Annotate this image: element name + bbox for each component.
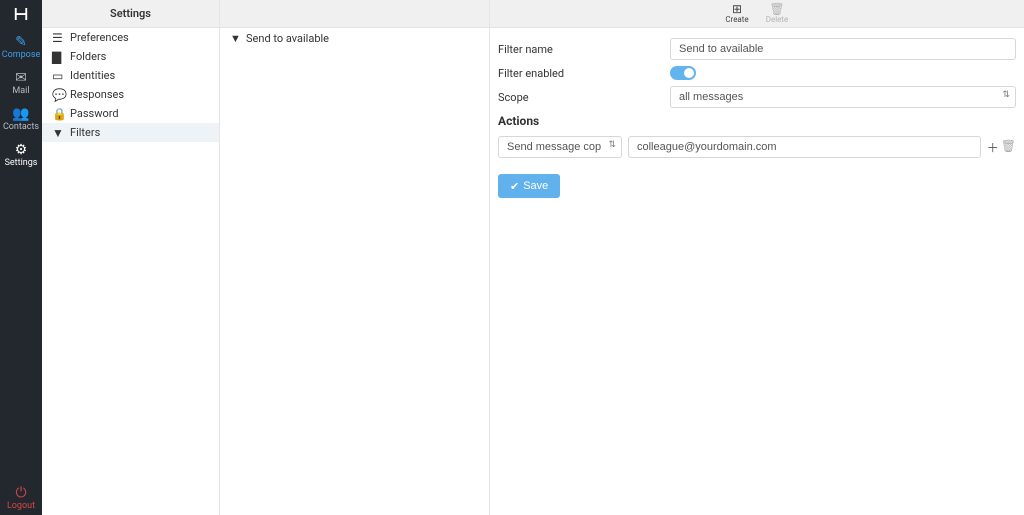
actions-heading: Actions	[498, 114, 1016, 128]
nav-settings-label: Settings	[5, 158, 38, 168]
save-label: Save	[523, 180, 548, 192]
filter-enabled-toggle[interactable]	[670, 66, 696, 80]
toolbar: ⊞ Create 🗑 Delete	[490, 0, 1024, 28]
settings-column: Settings ☰ Preferences ▇ Folders ▭ Ident…	[42, 0, 220, 515]
settings-item-label: Folders	[70, 50, 106, 63]
folder-icon: ▇	[52, 50, 70, 64]
nav-mail[interactable]: ✉ Mail	[0, 64, 42, 100]
settings-item-label: Password	[70, 107, 119, 120]
filter-form: Filter name Filter enabled Scope all mes…	[490, 28, 1024, 208]
filters-column: ▼ Send to available	[220, 0, 490, 515]
settings-item-label: Responses	[70, 88, 124, 101]
settings-header: Settings	[42, 0, 219, 28]
settings-list: ☰ Preferences ▇ Folders ▭ Identities 💬 R…	[42, 28, 219, 142]
sliders-icon: ☰	[52, 31, 70, 45]
nav-logout-label: Logout	[7, 501, 35, 511]
main-column: ⊞ Create 🗑 Delete Filter name Filter ena…	[490, 0, 1024, 515]
filter-icon: ▼	[230, 32, 246, 45]
delete-button: 🗑 Delete	[757, 3, 797, 24]
settings-item-preferences[interactable]: ☰ Preferences	[42, 28, 219, 47]
app-logo	[0, 0, 42, 28]
nav-settings[interactable]: ⚙ Settings	[0, 136, 42, 172]
settings-item-filters[interactable]: ▼ Filters	[42, 123, 219, 142]
create-label: Create	[725, 15, 748, 24]
settings-item-folders[interactable]: ▇ Folders	[42, 47, 219, 66]
settings-item-password[interactable]: 🔒 Password	[42, 104, 219, 123]
gear-icon: ⚙	[0, 142, 42, 158]
settings-item-label: Preferences	[70, 31, 129, 44]
filter-name-input[interactable]	[670, 38, 1016, 60]
filter-icon: ▼	[52, 126, 70, 140]
nav-contacts-label: Contacts	[3, 122, 39, 132]
action-target-input[interactable]	[628, 136, 981, 158]
id-card-icon: ▭	[52, 69, 70, 83]
action-row: Send message copy to ＋ 🗑	[498, 136, 1016, 158]
nav-logout[interactable]: ⏻ Logout	[0, 479, 42, 515]
action-type-select[interactable]: Send message copy to	[498, 136, 622, 158]
create-button[interactable]: ⊞ Create	[717, 3, 757, 24]
settings-item-identities[interactable]: ▭ Identities	[42, 66, 219, 85]
chat-icon: 💬	[52, 88, 70, 102]
settings-item-label: Identities	[70, 69, 115, 82]
mail-icon: ✉	[0, 70, 42, 86]
settings-item-responses[interactable]: 💬 Responses	[42, 85, 219, 104]
settings-title: Settings	[110, 7, 151, 20]
plus-square-icon: ⊞	[717, 3, 757, 15]
filter-list-item[interactable]: ▼ Send to available	[220, 28, 489, 48]
remove-action-icon[interactable]: 🗑	[1001, 139, 1016, 156]
nav-contacts[interactable]: 👥 Contacts	[0, 100, 42, 136]
app-sidebar: ✎ Compose ✉ Mail 👥 Contacts ⚙ Settings ⏻…	[0, 0, 42, 515]
filter-list-item-label: Send to available	[246, 32, 329, 45]
nav-mail-label: Mail	[12, 86, 29, 96]
nav-compose-label: Compose	[2, 50, 41, 60]
add-action-icon[interactable]: ＋	[987, 139, 999, 156]
save-button[interactable]: ✔ Save	[498, 174, 560, 198]
delete-label: Delete	[766, 15, 789, 24]
trash-icon: 🗑	[757, 3, 797, 15]
filters-list: ▼ Send to available	[220, 28, 489, 48]
power-icon: ⏻	[0, 485, 42, 501]
lock-icon: 🔒	[52, 107, 70, 121]
settings-item-label: Filters	[70, 126, 100, 139]
filter-enabled-label: Filter enabled	[498, 67, 670, 80]
scope-select[interactable]: all messages	[670, 86, 1016, 108]
nav-compose[interactable]: ✎ Compose	[0, 28, 42, 64]
filter-name-label: Filter name	[498, 43, 670, 56]
compose-icon: ✎	[0, 34, 42, 50]
filters-header	[220, 0, 489, 28]
scope-label: Scope	[498, 91, 670, 104]
check-icon: ✔	[510, 180, 519, 193]
contacts-icon: 👥	[0, 106, 42, 122]
